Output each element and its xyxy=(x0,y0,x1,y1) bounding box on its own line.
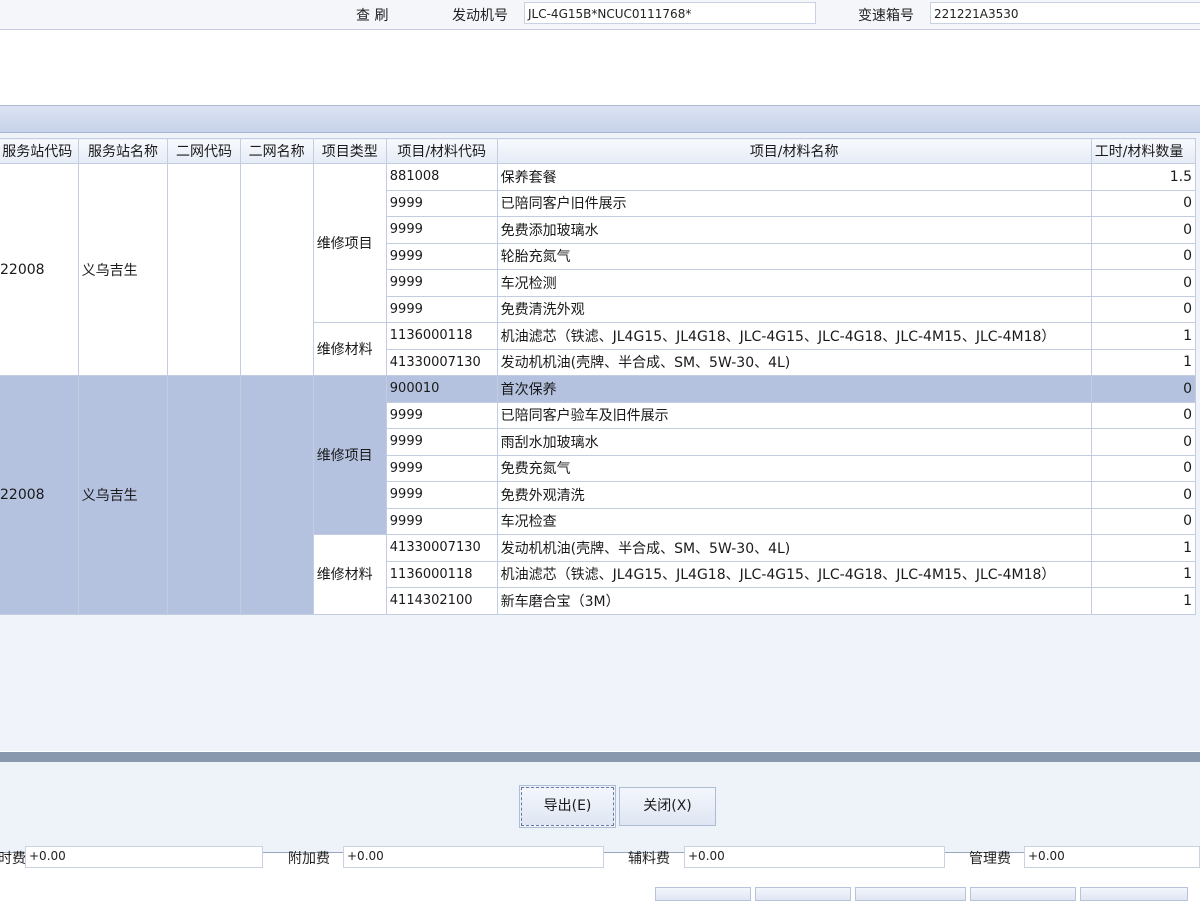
item-name-cell: 轮胎充氮气 xyxy=(496,242,1092,270)
gearbox-number-label: 变速箱号 xyxy=(858,8,914,24)
quantity-cell: 0 xyxy=(1090,428,1197,456)
item-name-cell: 车况检测 xyxy=(496,269,1092,297)
fee-field-2[interactable]: +0.00 xyxy=(343,846,604,868)
maintenance-items-table: 服务站代码 服务站名称 二网代码 二网名称 项目类型 项目/材料代码 项目/材料… xyxy=(0,138,1197,615)
left-field-spacer xyxy=(0,2,410,24)
item-name-cell: 发动机机油(壳牌、半合成、SM、5W-30、4L) xyxy=(496,348,1092,376)
col-header-station-code[interactable]: 服务站代码 xyxy=(0,138,79,164)
item-code-cell: 9999 xyxy=(385,269,498,297)
grid-title-strip xyxy=(0,106,1200,133)
item-name-cell: 车况检查 xyxy=(496,507,1092,535)
quantity-cell: 1 xyxy=(1090,534,1197,562)
item-code-cell: 9999 xyxy=(385,216,498,244)
station-code-cell: 22008 xyxy=(0,163,79,376)
col-header-quantity[interactable]: 工时/材料数量 xyxy=(1090,138,1197,164)
blank-area xyxy=(0,30,1200,105)
item-code-cell: 1136000118 xyxy=(385,322,498,350)
quantity-cell: 0 xyxy=(1090,295,1197,323)
fee-label-2: 附加费 xyxy=(288,851,330,867)
quantity-cell: 1 xyxy=(1090,322,1197,350)
col-header-subnet-code[interactable]: 二网代码 xyxy=(167,138,241,164)
bottom-button-2[interactable] xyxy=(755,887,851,901)
bottom-button-5[interactable] xyxy=(1080,887,1188,901)
item-code-cell: 9999 xyxy=(385,295,498,323)
item-name-cell: 免费充氮气 xyxy=(496,454,1092,482)
bottom-button-4[interactable] xyxy=(970,887,1076,901)
item-name-cell: 已陪同客户旧件展示 xyxy=(496,189,1092,217)
item-code-cell: 881008 xyxy=(385,163,498,191)
station-name-cell: 义乌吉生 xyxy=(77,375,169,615)
bottom-button-1[interactable] xyxy=(655,887,751,901)
item-name-cell: 首次保养 xyxy=(496,375,1092,403)
item-name-cell: 保养套餐 xyxy=(496,163,1092,191)
fee-field-4[interactable]: +0.00 xyxy=(1024,846,1200,868)
item-name-cell: 雨刮水加玻璃水 xyxy=(496,428,1092,456)
item-name-cell: 机油滤芯（铁滤、JL4G15、JL4G18、JLC-4G15、JLC-4G18、… xyxy=(496,560,1092,588)
subnet-code-cell xyxy=(167,375,241,615)
fee-label-3: 辅料费 xyxy=(628,851,670,867)
gearbox-number-field[interactable]: 221221A3530 xyxy=(930,2,1200,24)
col-header-subnet-name[interactable]: 二网名称 xyxy=(239,138,314,164)
col-header-item-name[interactable]: 项目/材料名称 xyxy=(496,138,1092,164)
fee-field-3[interactable]: +0.00 xyxy=(684,846,945,868)
item-code-cell: 9999 xyxy=(385,481,498,509)
fee-label-1: 时费 xyxy=(0,851,26,867)
subnet-name-cell xyxy=(239,375,314,615)
quantity-cell: 0 xyxy=(1090,454,1197,482)
item-name-cell: 免费清洗外观 xyxy=(496,295,1092,323)
export-button[interactable]: 导出(E) xyxy=(519,785,616,828)
subnet-name-cell xyxy=(239,163,314,376)
vehicle-info-bar: 查 刷 发动机号 JLC-4G15B*NCUC0111768* 变速箱号 221… xyxy=(0,0,1200,30)
quantity-cell: 0 xyxy=(1090,375,1197,403)
item-name-cell: 免费添加玻璃水 xyxy=(496,216,1092,244)
panel-splitter[interactable] xyxy=(0,752,1200,762)
item-type-cell: 维修项目 xyxy=(312,163,387,323)
item-code-cell: 4114302100 xyxy=(385,587,498,615)
item-type-cell: 维修材料 xyxy=(312,322,387,376)
close-button[interactable]: 关闭(X) xyxy=(619,787,716,826)
engine-number-label: 发动机号 xyxy=(452,8,508,24)
quantity-cell: 0 xyxy=(1090,481,1197,509)
item-code-cell: 9999 xyxy=(385,189,498,217)
quantity-cell: 1 xyxy=(1090,587,1197,615)
item-type-cell: 维修项目 xyxy=(312,375,387,535)
item-code-cell: 1136000118 xyxy=(385,560,498,588)
col-header-item-code[interactable]: 项目/材料代码 xyxy=(385,138,498,164)
table-row[interactable]: 22008 义乌吉生 维修项目 881008 保养套餐 1.5 xyxy=(0,163,1197,376)
item-name-cell: 机油滤芯（铁滤、JL4G15、JL4G18、JLC-4G15、JLC-4G18、… xyxy=(496,322,1092,350)
item-code-cell: 41330007130 xyxy=(385,348,498,376)
quantity-cell: 0 xyxy=(1090,189,1197,217)
item-code-cell: 41330007130 xyxy=(385,534,498,562)
item-name-cell: 发动机机油(壳牌、半合成、SM、5W-30、4L) xyxy=(496,534,1092,562)
fee-field-1[interactable]: +0.00 xyxy=(25,846,263,868)
item-code-cell: 9999 xyxy=(385,242,498,270)
quantity-cell: 0 xyxy=(1090,269,1197,297)
bottom-button-3[interactable] xyxy=(855,887,966,901)
quantity-cell: 0 xyxy=(1090,216,1197,244)
item-type-cell: 维修材料 xyxy=(312,534,387,615)
item-code-cell: 9999 xyxy=(385,507,498,535)
table-header-row: 服务站代码 服务站名称 二网代码 二网名称 项目类型 项目/材料代码 项目/材料… xyxy=(0,138,1197,164)
station-code-cell: 22008 xyxy=(0,375,79,615)
item-code-cell: 9999 xyxy=(385,454,498,482)
table-row-selected[interactable]: 22008 义乌吉生 维修项目 900010 首次保养 0 xyxy=(0,375,1197,615)
col-header-station-name[interactable]: 服务站名称 xyxy=(77,138,169,164)
quantity-cell: 1 xyxy=(1090,560,1197,588)
item-name-cell: 新车磨合宝（3M） xyxy=(496,587,1092,615)
quantity-cell: 1 xyxy=(1090,348,1197,376)
item-name-cell: 已陪同客户验车及旧件展示 xyxy=(496,401,1092,429)
item-code-cell: 9999 xyxy=(385,428,498,456)
item-code-cell: 900010 xyxy=(385,375,498,403)
subnet-code-cell xyxy=(167,163,241,376)
quantity-cell: 0 xyxy=(1090,242,1197,270)
station-name-cell: 义乌吉生 xyxy=(77,163,169,376)
col-header-item-type[interactable]: 项目类型 xyxy=(312,138,387,164)
engine-number-field[interactable]: JLC-4G15B*NCUC0111768* xyxy=(524,2,816,24)
item-name-cell: 免费外观清洗 xyxy=(496,481,1092,509)
quantity-cell: 0 xyxy=(1090,507,1197,535)
item-code-cell: 9999 xyxy=(385,401,498,429)
quantity-cell: 1.5 xyxy=(1090,163,1197,191)
fee-label-4: 管理费 xyxy=(969,851,1011,867)
quantity-cell: 0 xyxy=(1090,401,1197,429)
